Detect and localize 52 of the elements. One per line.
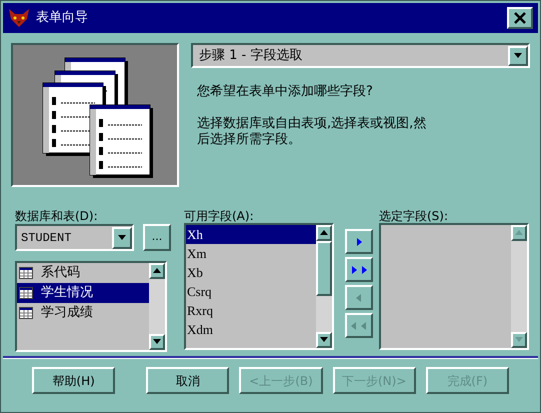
prompt-text: 您希望在表单中添加哪些字段? bbox=[197, 83, 374, 101]
caret-icon bbox=[117, 232, 127, 242]
browse-button[interactable]: ... bbox=[143, 224, 171, 251]
table-item[interactable]: 学习成绩 bbox=[17, 303, 149, 323]
database-label: 数据库和表(D): bbox=[15, 208, 99, 223]
scroll-down-button[interactable] bbox=[316, 332, 332, 348]
scroll-down-button[interactable] bbox=[149, 334, 165, 350]
field-item[interactable]: Xb bbox=[186, 263, 316, 282]
fox-head-icon bbox=[8, 8, 30, 28]
available-fields-list[interactable]: Xh Xm Xb Csrq Rxrq Xdm bbox=[184, 223, 334, 350]
scrollbar[interactable] bbox=[149, 263, 165, 350]
up-arrow-icon bbox=[319, 228, 329, 238]
field-item[interactable]: Rxrq bbox=[186, 301, 316, 320]
scroll-up-button[interactable] bbox=[316, 225, 332, 241]
close-button[interactable] bbox=[507, 7, 533, 29]
up-arrow-icon bbox=[514, 228, 524, 238]
field-item[interactable]: Xm bbox=[186, 244, 316, 263]
add-all-button[interactable] bbox=[345, 257, 373, 282]
field-item[interactable]: Xh bbox=[186, 225, 316, 244]
dropdown-button[interactable] bbox=[112, 226, 132, 248]
up-arrow-icon bbox=[152, 266, 162, 276]
instructions-text: 选择数据库或自由表项,选择表或视图,然后选择所需字段。 bbox=[197, 116, 428, 148]
table-icon bbox=[19, 287, 33, 299]
database-value: STUDENT bbox=[21, 230, 72, 246]
available-fields-label: 可用字段(A): bbox=[184, 208, 255, 223]
caret-icon bbox=[513, 50, 523, 60]
scrollbar[interactable] bbox=[316, 225, 332, 348]
scrollbar[interactable] bbox=[511, 225, 527, 348]
arrow-icon bbox=[354, 236, 364, 246]
field-item[interactable]: Csrq bbox=[186, 282, 316, 301]
add-button[interactable] bbox=[345, 229, 373, 254]
scroll-up-button[interactable] bbox=[511, 225, 527, 241]
table-item[interactable]: 学生情况 bbox=[17, 283, 149, 303]
step-dropdown[interactable]: 步骤 1 - 字段选取 bbox=[191, 43, 530, 68]
scroll-down-button[interactable] bbox=[511, 332, 527, 348]
dialog-button[interactable]: 取消 bbox=[146, 367, 230, 394]
selected-fields-list[interactable] bbox=[379, 223, 529, 350]
table-list[interactable]: 系代码 学生情况 学习成绩 bbox=[15, 261, 167, 352]
dialog-button[interactable]: 帮助(H) bbox=[32, 367, 116, 394]
selected-fields-label: 选定字段(S): bbox=[379, 208, 450, 223]
close-icon bbox=[514, 12, 526, 24]
scroll-thumb[interactable] bbox=[316, 241, 332, 296]
database-dropdown[interactable]: STUDENT bbox=[15, 224, 134, 251]
table-item[interactable]: 系代码 bbox=[17, 263, 149, 283]
table-icon bbox=[19, 267, 33, 279]
field-item[interactable]: Xdm bbox=[186, 320, 316, 339]
window-title: 表单向导 bbox=[36, 9, 89, 28]
scroll-up-button[interactable] bbox=[149, 263, 165, 279]
table-icon bbox=[19, 307, 33, 319]
step-value: 步骤 1 - 字段选取 bbox=[199, 46, 304, 65]
arrow-icon bbox=[354, 292, 364, 302]
dropdown-button[interactable] bbox=[508, 46, 528, 66]
